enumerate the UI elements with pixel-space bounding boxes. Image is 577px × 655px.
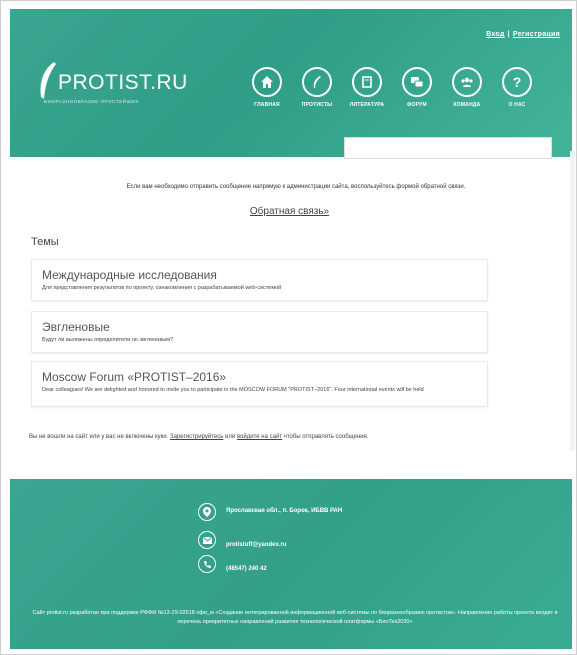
team-icon: [452, 67, 482, 97]
footer-phone: (48547) 240 42: [198, 555, 267, 573]
main-nav: ГЛАВНАЯ ПРОТИСТЫ ЛИТЕРАТУРА ФОРУМ КОМАНД…: [242, 67, 542, 108]
nav-item-about[interactable]: ? О НАС: [492, 67, 542, 108]
site-logo[interactable]: PROTIST.RU БИОРАЗНООБРАЗИЕ ПРОСТЕЙШИХ: [34, 59, 204, 115]
topic-title: Эвгленовые: [42, 320, 110, 334]
login-note-text: или: [223, 434, 237, 440]
nav-label: ФОРУМ: [407, 102, 427, 108]
nav-label: О НАС: [508, 102, 526, 108]
question-icon: ?: [502, 67, 532, 97]
topics-heading: Темы: [31, 236, 59, 248]
topic-description: Для представления результатов по проекту…: [42, 285, 282, 291]
topic-title: Международные исследования: [42, 268, 217, 282]
topic-description: Dear colleagues! We are delighted and ho…: [42, 387, 424, 393]
location-pin-icon: [198, 503, 216, 521]
auth-separator: |: [507, 31, 510, 38]
topic-card[interactable]: Эвгленовые Будут ли выложены определител…: [31, 311, 488, 353]
auth-links: Вход | Регистрация: [486, 31, 560, 38]
login-required-note: Вы не вошли на сайт или у вас не включен…: [29, 433, 559, 442]
phone-icon: [198, 555, 216, 573]
logo-text: PROTIST.RU: [58, 71, 188, 94]
book-icon: [352, 67, 382, 97]
feather-icon: [302, 67, 332, 97]
nav-label: КОМАНДА: [453, 102, 481, 108]
nav-item-literature[interactable]: ЛИТЕРАТУРА: [342, 67, 392, 108]
nav-label: ПРОТИСТЫ: [301, 102, 333, 108]
chat-icon: [402, 67, 432, 97]
topic-card[interactable]: Международные исследования Для представл…: [31, 259, 488, 301]
footer-address: Ярославская обл., п. Борок, ИБВВ РАН: [198, 503, 356, 521]
nav-item-forum[interactable]: ФОРУМ: [392, 67, 442, 108]
login-inline-link[interactable]: войдите на сайт: [237, 434, 282, 440]
login-link[interactable]: Вход: [486, 31, 505, 38]
footer-grant-note: Сайт protist.ru разработан при поддержке…: [32, 610, 558, 625]
login-note-text: чтобы отправлять сообщения.: [282, 434, 369, 440]
nav-item-team[interactable]: КОМАНДА: [442, 67, 492, 108]
topic-description: Будут ли выложены определители по эвглен…: [42, 337, 174, 343]
site-header: Вход | Регистрация PROTIST.RU БИОРАЗНООБРА…: [10, 9, 572, 159]
address-text: Ярославская обл., п. Борок, ИБВВ РАН: [226, 508, 343, 514]
nav-label: ЛИТЕРАТУРА: [349, 102, 385, 108]
footer-email: protistuff@yandex.ru: [198, 531, 287, 549]
register-link[interactable]: Регистрация: [513, 31, 560, 38]
register-inline-link[interactable]: Зарегистрируйтесь: [170, 434, 223, 440]
feedback-link[interactable]: Обратная связь»: [1, 206, 576, 217]
site-footer: Ярославская обл., п. Борок, ИБВВ РАН pro…: [10, 479, 572, 649]
email-text[interactable]: protistuff@yandex.ru: [226, 531, 287, 549]
logo-subtitle: БИОРАЗНООБРАЗИЕ ПРОСТЕЙШИХ: [44, 99, 139, 104]
topic-card[interactable]: Moscow Forum «PROTIST–2016» Dear colleag…: [31, 361, 488, 407]
home-icon: [252, 67, 282, 97]
page-frame: Вход | Регистрация PROTIST.RU БИОРАЗНООБРА…: [0, 0, 577, 655]
nav-item-protists[interactable]: ПРОТИСТЫ: [292, 67, 342, 108]
nav-item-home[interactable]: ГЛАВНАЯ: [242, 67, 292, 108]
search-input[interactable]: [344, 137, 552, 159]
phone-text: (48547) 240 42: [226, 566, 267, 572]
contact-admin-notice: Если вам необходимо отправить сообщение …: [126, 184, 466, 190]
scrollbar[interactable]: [570, 151, 575, 451]
leaf-logo-icon: [40, 62, 56, 99]
mail-icon: [198, 531, 216, 549]
login-note-text: Вы не вошли на сайт или у вас не включен…: [29, 434, 170, 440]
nav-label: ГЛАВНАЯ: [254, 102, 280, 108]
topic-title: Moscow Forum «PROTIST–2016»: [42, 370, 227, 384]
